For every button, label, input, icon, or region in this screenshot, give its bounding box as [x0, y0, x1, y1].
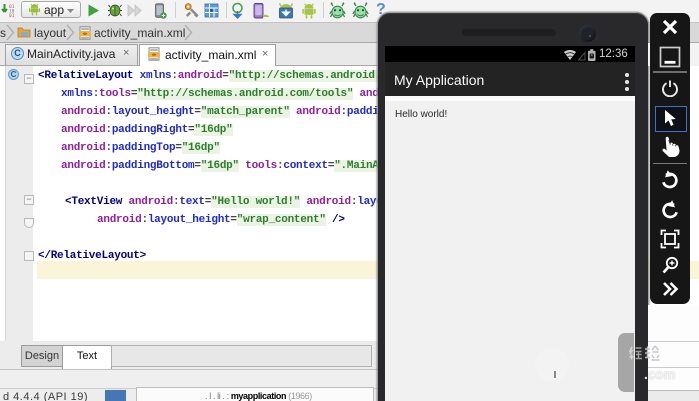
svg-text:01: 01 [9, 13, 15, 18]
